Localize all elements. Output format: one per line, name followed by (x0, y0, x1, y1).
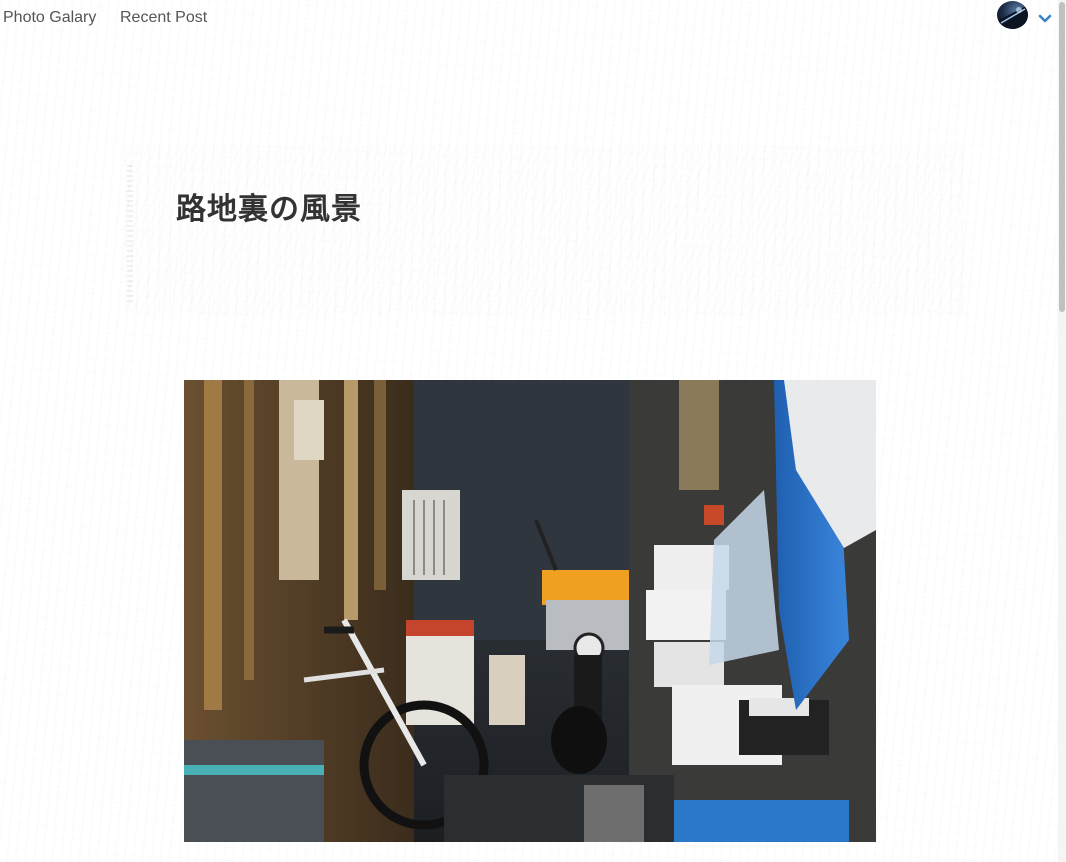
top-navigation: Photo Galary Recent Post (0, 0, 1066, 38)
hero-background (125, 145, 965, 315)
nav-photo-gallery-link[interactable]: Photo Galary (3, 9, 96, 27)
page: Photo Galary Recent Post 路地裏の風景 (0, 0, 1066, 862)
post-photo (184, 380, 876, 842)
nav-recent-post-link[interactable]: Recent Post (120, 9, 207, 27)
chevron-down-icon[interactable] (1038, 10, 1052, 23)
avatar-icon[interactable] (997, 1, 1028, 29)
post-title: 路地裏の風景 (176, 192, 362, 227)
scrollbar-thumb[interactable] (1059, 2, 1065, 312)
page-scrollbar[interactable] (1058, 0, 1066, 862)
